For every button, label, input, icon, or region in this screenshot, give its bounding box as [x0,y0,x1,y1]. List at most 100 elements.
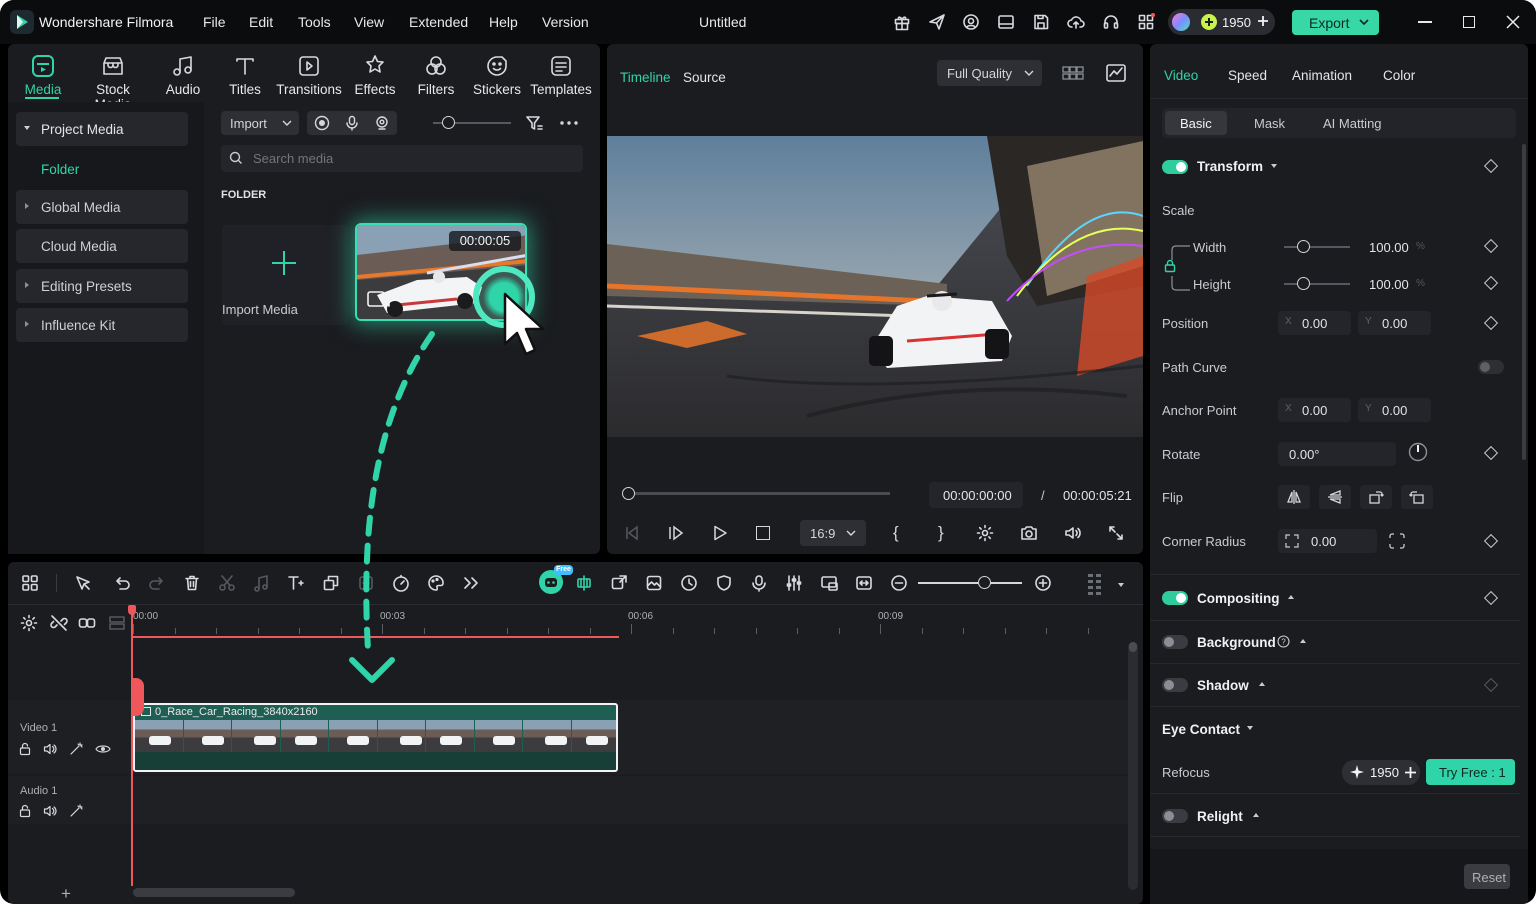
width-slider[interactable] [1284,246,1350,248]
select-tool-icon[interactable] [74,574,92,592]
tab-timeline[interactable]: Timeline [620,70,671,85]
anchor-x-field[interactable]: X 0.00 [1278,398,1351,422]
sidebar-item-editing-presets[interactable]: Editing Presets [16,269,188,303]
background-toggle[interactable] [1162,635,1188,649]
next-frame-icon[interactable] [668,525,684,541]
caret-down-icon[interactable] [1117,582,1125,588]
rotate-field[interactable]: 0.00° [1278,442,1396,466]
previous-frame-icon[interactable] [624,525,640,541]
split-icon[interactable] [218,574,236,592]
shadow-toggle[interactable] [1162,678,1188,692]
menu-file[interactable]: File [203,14,226,30]
help-icon[interactable]: ? [1277,635,1290,648]
cloud-upload-icon[interactable] [1067,13,1085,31]
track-magic-icon[interactable] [69,804,83,818]
aspect-ratio-dropdown[interactable]: 16:9 [800,520,866,546]
anchor-y-field[interactable]: Y 0.00 [1358,398,1431,422]
webcam-icon[interactable] [374,115,390,131]
toolbar-templates[interactable]: Templates [526,46,596,116]
add-track-icon[interactable]: + [61,884,71,904]
send-icon[interactable] [928,13,946,31]
subtab-basic[interactable]: Basic [1165,111,1227,135]
toolbar-stickers[interactable]: Stickers [462,46,532,116]
flip-horizontal-button[interactable] [1278,485,1310,509]
close-icon[interactable] [1506,15,1520,29]
zoom-in-icon[interactable] [1034,574,1052,592]
audio-mixer-icon[interactable] [785,574,803,592]
audio-edit-icon[interactable] [252,574,270,592]
width-slider-handle[interactable] [1297,240,1310,253]
path-curve-toggle[interactable] [1478,360,1504,374]
current-time-field[interactable]: 00:00:00:00 [929,482,1023,508]
caret-down-icon[interactable] [1270,163,1278,169]
tab-color[interactable]: Color [1383,68,1415,83]
minimize-icon[interactable] [1418,21,1432,23]
grid-view-icon[interactable] [1062,66,1084,80]
fullscreen-icon[interactable] [1108,525,1124,541]
lock-icon[interactable] [1163,259,1177,273]
timeline-playhead[interactable] [131,606,133,886]
position-x-field[interactable]: X 0.00 [1278,311,1351,335]
rotate-left-button[interactable] [1401,485,1433,509]
zoom-slider[interactable] [918,582,1022,584]
subtab-ai-matting[interactable]: AI Matting [1323,116,1382,131]
caret-up-icon[interactable] [1258,681,1266,687]
menu-tools[interactable]: Tools [298,14,331,30]
rotate-right-button[interactable] [1360,485,1392,509]
zoom-out-icon[interactable] [890,574,908,592]
transform-toggle[interactable] [1162,160,1188,174]
corner-radius-field[interactable]: 0.00 [1278,529,1377,553]
undo-icon[interactable] [113,574,131,592]
voiceover-icon[interactable] [750,574,768,592]
track-visibility-icon[interactable] [95,742,111,756]
sidebar-item-influence-kit[interactable]: Influence Kit [16,308,188,342]
caret-up-icon[interactable] [1299,638,1307,644]
apps-grid-icon[interactable] [1137,13,1155,31]
toolbar-titles[interactable]: Titles [210,46,280,116]
unlink-icon[interactable] [50,614,68,632]
rotate-dial-icon[interactable] [1408,442,1428,462]
quality-dropdown[interactable]: Full Quality [937,60,1042,86]
menu-view[interactable]: View [354,14,384,30]
slider-handle[interactable] [442,116,455,129]
layout-grid-icon[interactable] [21,574,39,592]
more-tools-icon[interactable] [462,574,480,592]
layout-icon[interactable] [997,13,1015,31]
sidebar-item-folder[interactable]: Folder [41,162,79,177]
track-magic-icon[interactable] [69,742,83,756]
tab-animation[interactable]: Animation [1292,68,1352,83]
render-settings-icon[interactable] [976,524,994,542]
toolbar-filters[interactable]: Filters [401,46,471,116]
scroll-thumb[interactable] [1129,642,1137,652]
filter-sort-icon[interactable] [525,114,543,132]
headset-icon[interactable] [1102,13,1120,31]
relight-toggle[interactable] [1162,809,1188,823]
import-dropdown[interactable]: Import [221,111,299,135]
height-value[interactable]: 100.00 [1369,277,1409,292]
more-icon[interactable] [560,121,578,125]
pip-icon[interactable] [820,574,838,592]
mask-icon[interactable] [715,574,733,592]
reset-button[interactable]: Reset [1464,864,1510,889]
fit-timeline-icon[interactable] [855,574,873,592]
delete-icon[interactable] [183,574,201,592]
add-credits-icon[interactable] [1257,15,1269,27]
crop-icon[interactable] [322,574,340,592]
toolbar-effects[interactable]: Effects [340,46,410,116]
position-y-field[interactable]: Y 0.00 [1358,311,1431,335]
volume-icon[interactable] [1064,524,1082,542]
track-layout-icon[interactable] [108,614,126,632]
caret-down-icon[interactable] [1246,725,1254,731]
menu-help[interactable]: Help [489,14,518,30]
timeline-horizontal-scrollbar[interactable] [133,888,295,897]
tab-speed[interactable]: Speed [1228,68,1267,83]
refocus-credits-pill[interactable]: 1950 [1342,760,1420,785]
search-media-field[interactable] [221,145,583,172]
text-edit-icon[interactable] [287,574,305,592]
smart-cut-icon[interactable] [575,574,593,592]
tab-source[interactable]: Source [683,70,726,85]
scope-icon[interactable] [1106,64,1126,82]
timeline-vertical-scrollbar[interactable] [1128,642,1138,890]
credits-pill[interactable]: 1950 [1168,9,1275,35]
playhead-head[interactable] [128,605,136,615]
